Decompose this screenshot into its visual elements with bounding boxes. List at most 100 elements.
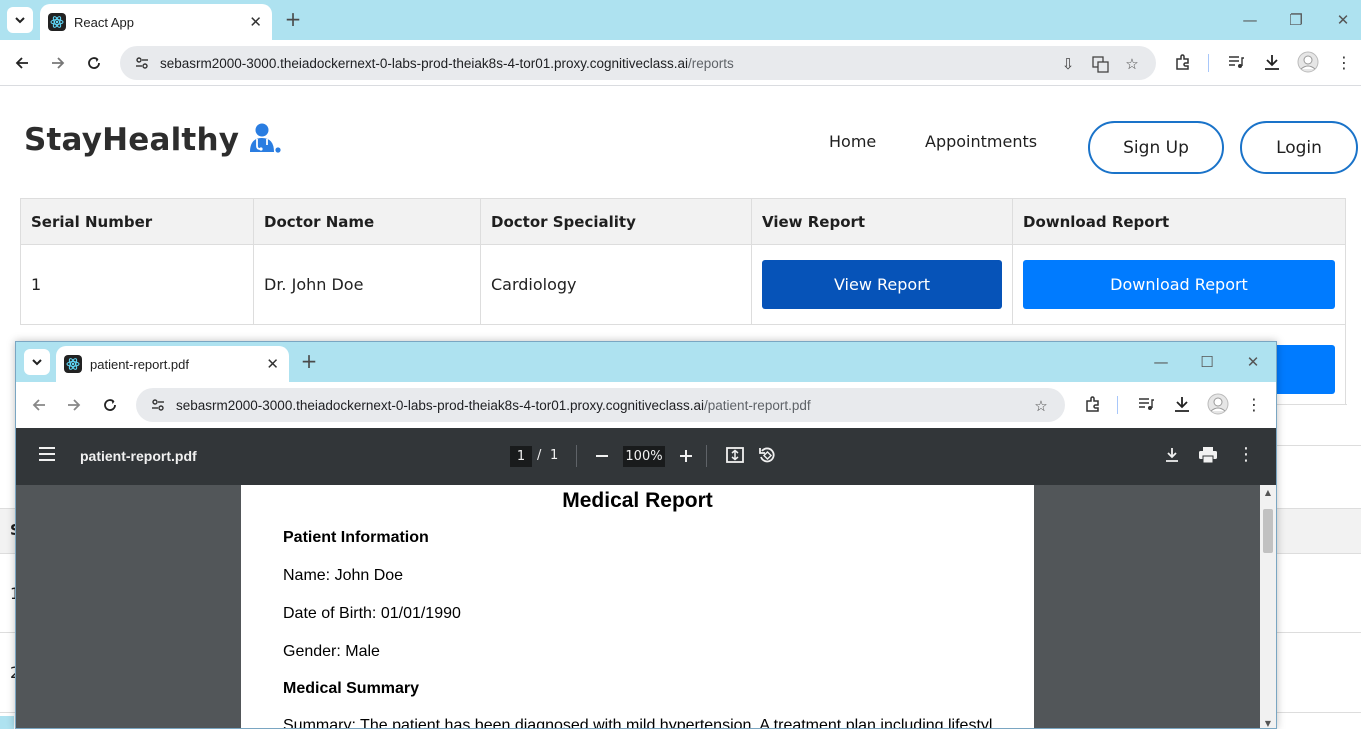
view-report-button[interactable]: View Report xyxy=(762,260,1002,309)
zoom-out-icon[interactable] xyxy=(594,446,610,470)
zoom-in-icon[interactable] xyxy=(678,446,694,470)
cell-speciality: Cardiology xyxy=(480,244,752,325)
extensions-icon[interactable] xyxy=(1081,392,1105,416)
toolbar-divider xyxy=(706,445,707,467)
document-title: Medical Report xyxy=(562,489,713,512)
bookmark-star-icon[interactable]: ☆ xyxy=(1031,396,1051,416)
react-logo-icon xyxy=(48,13,66,31)
browser-menu-icon[interactable]: ⋮ xyxy=(1242,392,1266,416)
address-bar[interactable]: sebasrm2000-3000.theiadockernext-0-labs-… xyxy=(120,46,1156,80)
patient-gender: Gender: Male xyxy=(283,643,380,660)
brand-name: StayHealthy xyxy=(24,122,240,158)
restore-button[interactable]: ❐ xyxy=(1273,0,1319,40)
reload-button[interactable] xyxy=(81,50,107,76)
page-separator: / xyxy=(537,448,542,463)
pdf-file-name: patient-report.pdf xyxy=(80,448,197,464)
chevron-down-icon xyxy=(32,359,42,366)
popup-close-button[interactable]: ✕ xyxy=(1230,342,1276,382)
popup-tab-search-button[interactable] xyxy=(24,349,50,375)
url-host: sebasrm2000-3000.theiadockernext-0-labs-… xyxy=(160,55,689,71)
downloads-icon[interactable] xyxy=(1170,392,1194,416)
site-info-icon[interactable] xyxy=(148,395,168,415)
toolbar-divider xyxy=(576,445,577,467)
profile-avatar-icon[interactable] xyxy=(1206,392,1230,416)
browser-menu-icon[interactable]: ⋮ xyxy=(1332,50,1356,74)
pdf-page: Medical Report Patient Information Name:… xyxy=(241,485,1034,729)
popup-toolbar: sebasrm2000-3000.theiadockernext-0-labs-… xyxy=(16,382,1276,428)
login-button[interactable]: Login xyxy=(1240,121,1358,174)
browser-tab-react-app[interactable]: React App ✕ xyxy=(40,4,272,40)
patient-info-heading: Patient Information xyxy=(283,529,429,546)
scrollbar-thumb[interactable] xyxy=(1263,509,1273,553)
nav-appointments-link[interactable]: Appointments xyxy=(925,132,1037,151)
summary-text: Summary: The patient has been diagnosed … xyxy=(283,717,993,729)
popup-tab-strip: patient-report.pdf ✕ + — ☐ ✕ xyxy=(16,342,1276,382)
site-brand[interactable]: StayHealthy xyxy=(24,122,281,158)
media-controls-icon[interactable] xyxy=(1134,392,1158,416)
media-controls-icon[interactable] xyxy=(1224,50,1248,74)
scroll-down-arrow-icon[interactable]: ▼ xyxy=(1260,716,1276,728)
popup-reload-button[interactable] xyxy=(97,392,123,418)
popup-forward-button[interactable] xyxy=(61,392,87,418)
header-serial-number: Serial Number xyxy=(20,198,254,245)
page-number-input[interactable]: 1 xyxy=(510,446,532,467)
row-divider xyxy=(20,324,1346,325)
minimize-button[interactable]: — xyxy=(1227,0,1273,40)
pdf-viewport[interactable]: Medical Report Patient Information Name:… xyxy=(16,485,1276,729)
cell-view: View Report xyxy=(751,244,1013,325)
patient-name: Name: John Doe xyxy=(283,567,404,584)
forward-arrow-icon xyxy=(52,57,65,69)
new-tab-button[interactable]: + xyxy=(282,7,304,31)
taskbar-edge xyxy=(0,716,14,729)
browser-tab-patient-report[interactable]: patient-report.pdf ✕ xyxy=(56,346,289,382)
pdf-more-options-icon[interactable]: ⋮ xyxy=(1237,444,1255,465)
hamburger-menu-icon[interactable] xyxy=(38,446,56,466)
translate-icon[interactable] xyxy=(1090,54,1110,74)
total-pages: 1 xyxy=(550,448,559,463)
downloads-icon[interactable] xyxy=(1260,50,1284,74)
bookmark-star-icon[interactable]: ☆ xyxy=(1122,54,1142,74)
header-view-report: View Report xyxy=(751,198,1013,245)
popup-tab-title: patient-report.pdf xyxy=(90,356,190,372)
rotate-icon[interactable] xyxy=(757,445,777,469)
profile-avatar-icon[interactable] xyxy=(1296,50,1320,74)
row-divider xyxy=(1277,445,1361,446)
print-icon[interactable] xyxy=(1198,446,1218,468)
scroll-up-arrow-icon[interactable]: ▲ xyxy=(1260,485,1276,499)
toolbar-divider xyxy=(1117,396,1118,414)
forward-button[interactable] xyxy=(45,50,71,76)
back-arrow-icon xyxy=(32,399,45,411)
cell-download: Download Report xyxy=(1012,244,1346,325)
cell-serial: 1 xyxy=(20,244,254,325)
url-path: /patient-report.pdf xyxy=(704,397,811,413)
cell-doctor-name: Dr. John Doe xyxy=(253,244,481,325)
table-edge xyxy=(1345,324,1346,404)
popup-minimize-button[interactable]: — xyxy=(1138,342,1184,382)
url-path: /reports xyxy=(688,55,734,71)
popup-url-text: sebasrm2000-3000.theiadockernext-0-labs-… xyxy=(176,398,811,413)
nav-home-link[interactable]: Home xyxy=(829,132,876,151)
sign-up-button[interactable]: Sign Up xyxy=(1088,121,1224,174)
pdf-viewer-toolbar: patient-report.pdf 1 / 1 100% ⋮ xyxy=(16,428,1276,485)
close-window-button[interactable]: ✕ xyxy=(1320,0,1361,40)
close-tab-icon[interactable]: ✕ xyxy=(266,355,279,373)
reports-table: Serial Number Doctor Name Doctor Special… xyxy=(20,198,1346,325)
fit-to-page-icon[interactable] xyxy=(725,445,745,469)
zoom-level-input[interactable]: 100% xyxy=(623,446,665,467)
popup-back-button[interactable] xyxy=(26,392,52,418)
pdf-scrollbar[interactable]: ▲ ▼ xyxy=(1260,485,1276,728)
download-report-button[interactable]: Download Report xyxy=(1023,260,1335,309)
popup-new-tab-button[interactable]: + xyxy=(298,349,320,373)
medical-summary-heading: Medical Summary xyxy=(283,680,420,697)
popup-address-bar[interactable]: sebasrm2000-3000.theiadockernext-0-labs-… xyxy=(136,388,1065,422)
tab-search-button[interactable] xyxy=(7,7,33,33)
back-button[interactable] xyxy=(9,50,35,76)
back-arrow-icon xyxy=(15,57,28,69)
extensions-icon[interactable] xyxy=(1171,50,1195,74)
toolbar-divider xyxy=(1208,54,1209,72)
popup-maximize-button[interactable]: ☐ xyxy=(1184,342,1230,382)
install-app-icon[interactable]: ⇩ xyxy=(1058,54,1078,74)
site-info-icon[interactable] xyxy=(132,53,152,73)
close-tab-icon[interactable]: ✕ xyxy=(249,13,262,31)
pdf-download-icon[interactable] xyxy=(1163,446,1181,468)
